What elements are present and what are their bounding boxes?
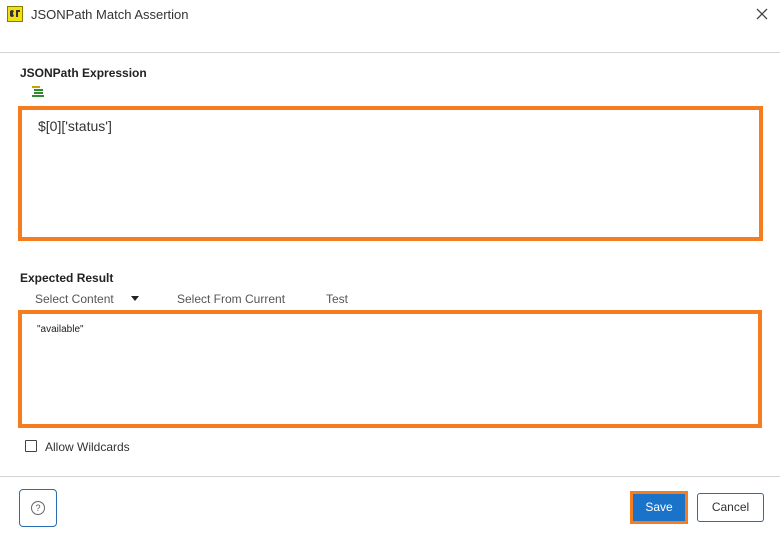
test-button[interactable]: Test <box>326 292 348 306</box>
allow-wildcards-checkbox[interactable] <box>25 440 37 452</box>
select-from-current-button[interactable]: Select From Current <box>177 292 285 306</box>
cancel-button[interactable]: Cancel <box>697 493 764 522</box>
title-bar: JSONPath Match Assertion <box>0 0 780 30</box>
help-icon: ? <box>31 501 45 515</box>
window-title: JSONPath Match Assertion <box>31 7 189 22</box>
allow-wildcards-label[interactable]: Allow Wildcards <box>45 440 130 454</box>
chevron-down-icon[interactable] <box>131 296 139 301</box>
expression-editor[interactable]: $[0]['status'] <box>18 106 763 241</box>
expected-result-text[interactable]: "available" <box>37 324 84 335</box>
expression-label: JSONPath Expression <box>20 66 147 80</box>
close-icon[interactable] <box>752 4 772 24</box>
header-divider <box>0 52 780 53</box>
footer-divider <box>0 476 780 477</box>
help-button[interactable]: ? <box>19 489 57 527</box>
expression-text[interactable]: $[0]['status'] <box>38 118 112 134</box>
format-tree-icon[interactable] <box>31 85 47 99</box>
app-icon <box>7 6 23 22</box>
save-button[interactable]: Save <box>633 494 685 521</box>
expected-result-editor[interactable]: "available" <box>18 310 762 428</box>
expected-result-label: Expected Result <box>20 271 114 285</box>
select-content-menu[interactable]: Select Content <box>35 292 114 306</box>
save-button-highlight: Save <box>630 491 688 524</box>
